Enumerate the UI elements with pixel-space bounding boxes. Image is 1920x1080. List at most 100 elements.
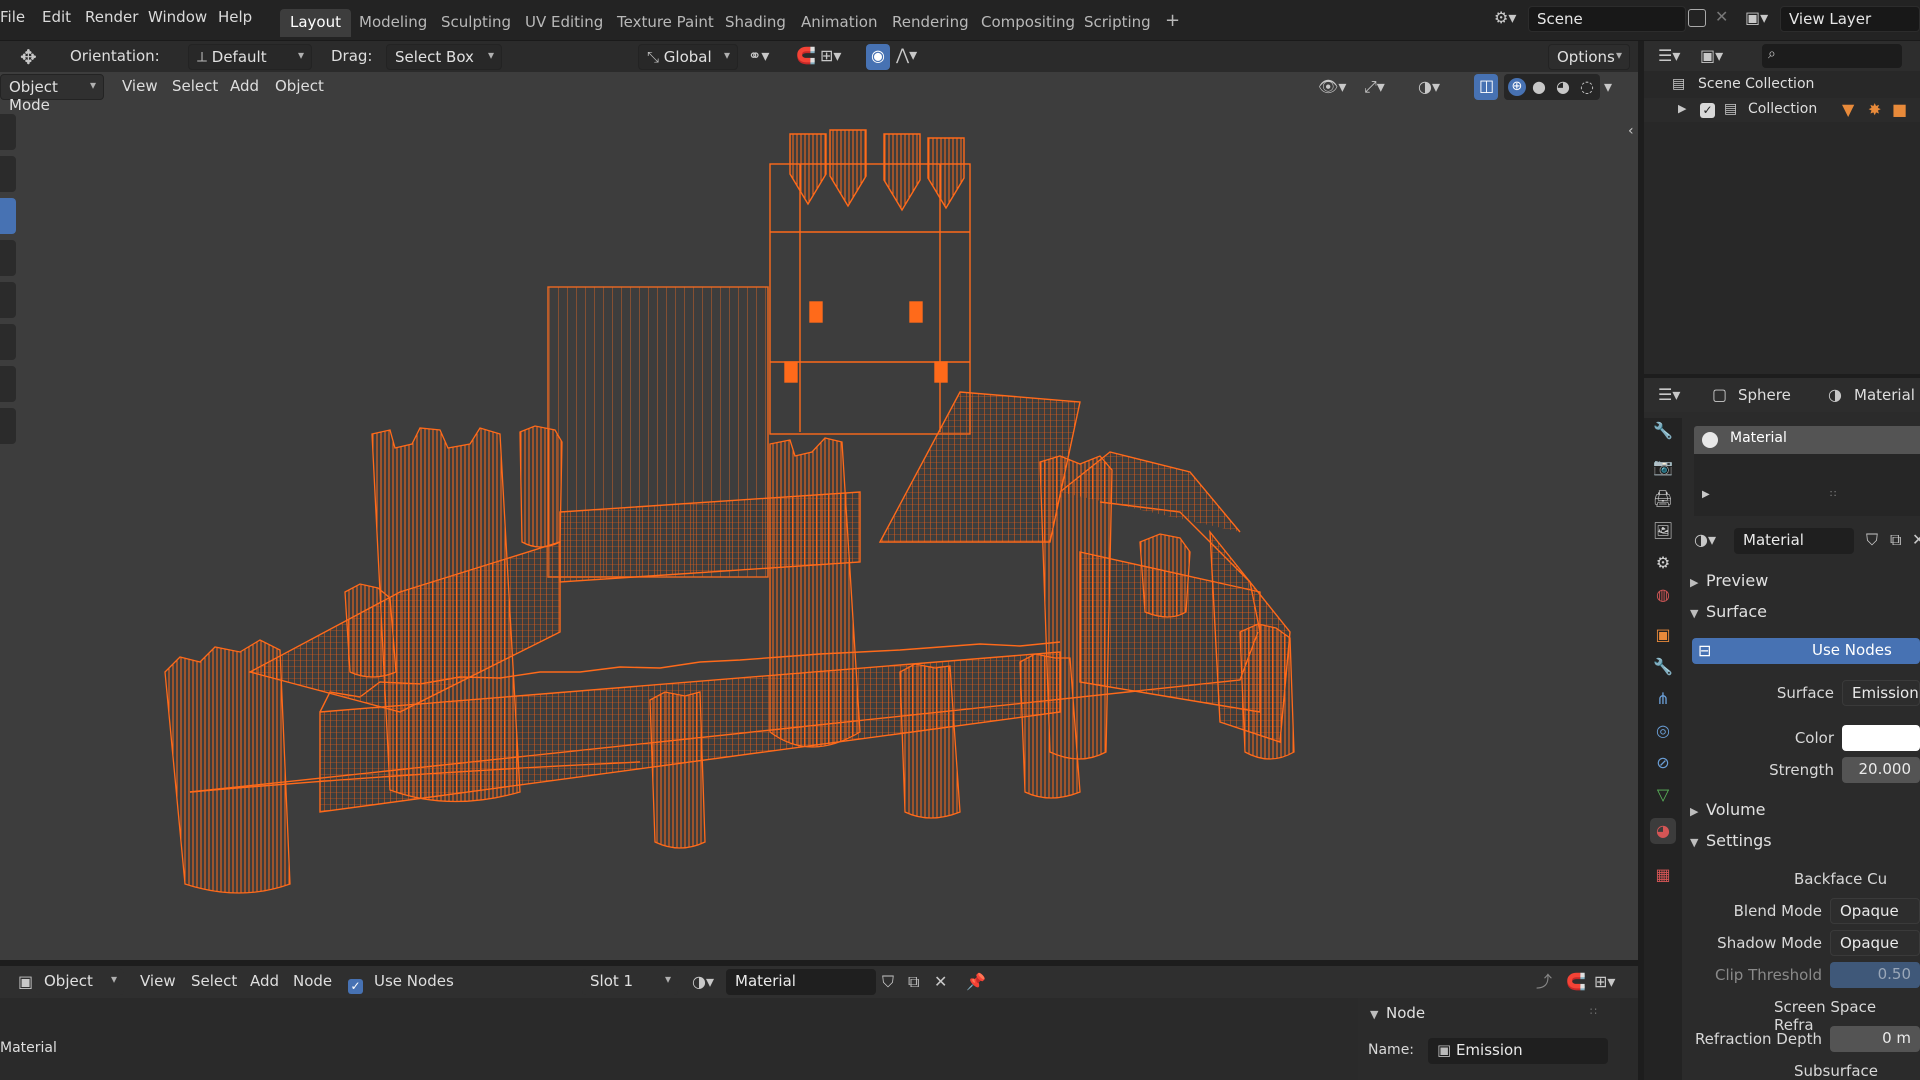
transform-orientation-dropdown[interactable]: ⤡ Global ▾ <box>638 44 738 70</box>
tab-texture-paint[interactable]: Texture Paint <box>607 9 724 37</box>
collection-row[interactable]: ▶ ✓ ▤ Collection ▼ ✸ ■ <box>1644 98 1920 122</box>
clip-threshold-field[interactable]: 0.50 <box>1830 962 1920 988</box>
resize-handle-icon[interactable]: ∷ <box>1830 490 1836 500</box>
view-layer-tab-icon[interactable]: 🖼 <box>1650 518 1676 544</box>
menu-file[interactable]: File <box>0 8 25 26</box>
filter-icon[interactable]: ▣▾ <box>1700 48 1723 64</box>
pin-icon[interactable]: 📌 <box>966 974 986 990</box>
tab-shading[interactable]: Shading <box>715 9 796 37</box>
tab-compositing[interactable]: Compositing <box>971 9 1085 37</box>
scene-tab-icon[interactable]: ⚙ <box>1650 550 1676 576</box>
scene-icon[interactable]: ⚙▾ <box>1494 10 1516 26</box>
camera-icon[interactable]: ■ <box>1892 102 1907 118</box>
strength-field[interactable]: 20.000 <box>1842 757 1920 783</box>
material-tab-icon[interactable]: ◕ <box>1650 818 1676 844</box>
use-nodes-button[interactable]: ⊟ Use Nodes <box>1692 638 1920 664</box>
section-surface[interactable]: ▼ Surface <box>1690 602 1767 621</box>
shader-type-dropdown[interactable]: Object ▾ <box>36 969 124 995</box>
tab-animation[interactable]: Animation <box>791 9 887 37</box>
use-nodes-checkbox[interactable]: ✓ <box>348 974 363 994</box>
remove-scene-icon[interactable]: ✕ <box>1715 9 1728 25</box>
move-tool-icon[interactable]: ✥ <box>20 47 37 67</box>
expand-arrow-icon[interactable]: ▶ <box>1678 103 1686 114</box>
section-settings[interactable]: ▼ Settings <box>1690 831 1772 850</box>
tab-uv-editing[interactable]: UV Editing <box>515 9 613 37</box>
tab-layout[interactable]: Layout <box>280 9 351 37</box>
object-data-icon[interactable]: ▼ <box>1842 102 1854 118</box>
surface-shader-field[interactable]: Emission <box>1842 680 1920 706</box>
node-menu-add[interactable]: Add <box>250 972 279 990</box>
node-menu-view[interactable]: View <box>140 972 176 990</box>
fake-user-icon[interactable]: ⛉ <box>882 974 894 990</box>
options-dropdown[interactable]: Options ▾ <box>1548 44 1630 70</box>
duplicate-icon[interactable]: ⧉ <box>908 974 919 990</box>
outliner-search-input[interactable]: ⌕ <box>1762 44 1902 68</box>
material-name-field[interactable]: Material <box>1734 528 1854 554</box>
menu-edit[interactable]: Edit <box>42 8 71 26</box>
duplicate-icon[interactable]: ⧉ <box>1890 532 1901 548</box>
particles-tab-icon[interactable]: ⋔ <box>1650 686 1676 712</box>
node-material-field[interactable]: Material <box>726 969 876 995</box>
scene-field[interactable]: Scene <box>1528 6 1686 32</box>
object-data-tab-icon[interactable]: ▽ <box>1650 782 1676 808</box>
tab-modeling[interactable]: Modeling <box>349 9 437 37</box>
backface-culling-label[interactable]: Backface Cu <box>1794 870 1920 888</box>
tab-sculpting[interactable]: Sculpting <box>431 9 521 37</box>
section-volume[interactable]: ▶ Volume <box>1690 800 1766 819</box>
node-name-field[interactable]: ▣ Emission <box>1428 1038 1608 1064</box>
snap-icon[interactable]: 🧲 <box>1566 974 1586 990</box>
3d-viewport[interactable]: Object Mode ▾ View Select Add Object 👁▾ … <box>0 72 1638 960</box>
subsurface-translucency-label[interactable]: Subsurface Transluc <box>1794 1062 1920 1080</box>
drag-handle-icon[interactable]: ∷ <box>1590 1006 1597 1017</box>
refraction-depth-field[interactable]: 0 m <box>1830 1026 1920 1052</box>
menu-render[interactable]: Render <box>85 8 138 26</box>
snap-mode-icon[interactable]: ⊞▾ <box>1594 974 1615 990</box>
view-layer-field[interactable]: View Layer <box>1780 6 1920 32</box>
node-menu-node[interactable]: Node <box>293 972 332 990</box>
proportional-editing-toggle[interactable]: ◉ <box>866 44 890 70</box>
color-swatch[interactable] <box>1842 725 1920 751</box>
blend-mode-dropdown[interactable]: Opaque <box>1830 898 1920 924</box>
display-mode-icon[interactable]: ☰▾ <box>1658 48 1680 64</box>
node-panel-header[interactable]: ▼ Node <box>1370 1004 1425 1022</box>
section-preview[interactable]: ▶ Preview <box>1690 571 1768 590</box>
editor-type-icon[interactable]: ☰▾ <box>1658 387 1680 403</box>
modifier-tab-icon[interactable]: 🔧 <box>1650 654 1676 680</box>
falloff-icon[interactable]: ⋀▾ <box>896 47 917 63</box>
editor-type-icon[interactable]: ▣ <box>18 974 33 990</box>
material-browse-icon[interactable]: ◑▾ <box>1694 532 1716 548</box>
collection-checkbox[interactable]: ✓ <box>1700 103 1715 118</box>
snap-target-icon[interactable]: ⊞▾ <box>820 48 841 64</box>
tab-scripting[interactable]: Scripting <box>1074 9 1161 37</box>
tab-rendering[interactable]: Rendering <box>882 9 979 37</box>
material-slot-item[interactable]: Material <box>1694 426 1920 454</box>
object-tab-icon[interactable]: ▣ <box>1650 622 1676 648</box>
snap-icon[interactable]: 🧲 <box>796 48 816 64</box>
menu-window[interactable]: Window <box>148 8 207 26</box>
drag-dropdown[interactable]: Select Box ▾ <box>386 44 502 70</box>
new-scene-icon[interactable] <box>1688 9 1706 27</box>
castle-wireframe-model[interactable] <box>0 72 1638 960</box>
expand-arrow-icon[interactable]: ▶ <box>1702 490 1710 500</box>
material-slot-list[interactable]: ▶ ∷ <box>1694 454 1920 516</box>
physics-tab-icon[interactable]: ◎ <box>1650 718 1676 744</box>
tool-tab-icon[interactable]: 🔧 <box>1650 418 1676 444</box>
output-tab-icon[interactable]: 🖨 <box>1650 486 1676 512</box>
scene-collection-row[interactable]: ▤ Scene Collection <box>1644 73 1920 97</box>
unlink-icon[interactable]: ✕ <box>1912 532 1920 548</box>
constraints-tab-icon[interactable]: ⊘ <box>1650 750 1676 776</box>
menu-help[interactable]: Help <box>218 8 252 26</box>
orientation-dropdown[interactable]: ⟂ Default ▾ <box>188 44 312 70</box>
fake-user-icon[interactable]: ⛉ <box>1866 532 1878 548</box>
shadow-mode-dropdown[interactable]: Opaque <box>1830 930 1920 956</box>
slot-dropdown[interactable]: Slot 1 ▾ <box>582 969 678 995</box>
texture-tab-icon[interactable]: ▦ <box>1650 862 1676 888</box>
light-icon[interactable]: ✸ <box>1868 102 1881 118</box>
pivot-point-icon[interactable]: ⚭▾ <box>748 48 769 64</box>
parent-node-tree-icon[interactable]: ⤴ <box>1536 974 1552 990</box>
world-tab-icon[interactable]: ◍ <box>1650 582 1676 608</box>
unlink-icon[interactable]: ✕ <box>934 974 947 990</box>
add-workspace-button[interactable]: + <box>1155 6 1190 34</box>
material-browse-icon[interactable]: ◑▾ <box>692 974 714 990</box>
view-layer-icon[interactable]: ▣▾ <box>1745 10 1768 26</box>
